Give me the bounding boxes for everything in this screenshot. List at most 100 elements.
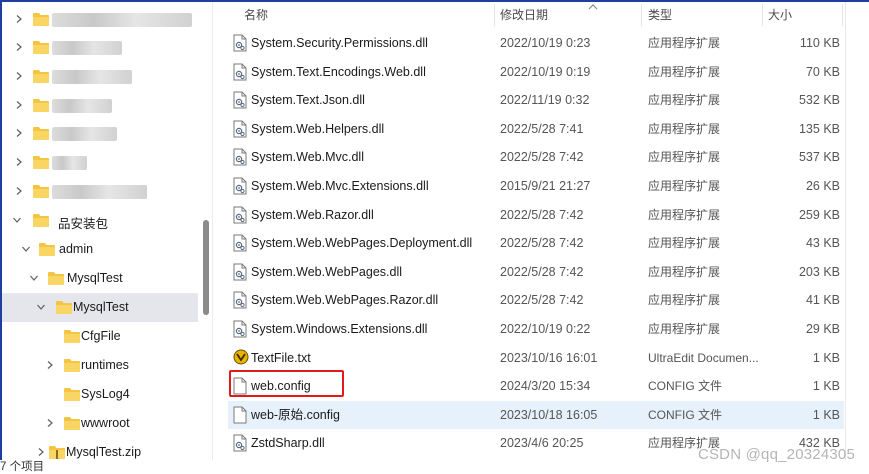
dll-file-icon	[233, 34, 247, 52]
chevron-right-icon[interactable]	[14, 186, 24, 196]
chevron-right-icon[interactable]	[14, 128, 24, 138]
tree-item[interactable]	[2, 5, 198, 34]
file-row[interactable]: TextFile.txt 2023/10/16 16:01 UltraEdit …	[228, 344, 844, 372]
file-type: 应用程序扩展	[648, 121, 721, 136]
column-type-header[interactable]: 类型	[648, 2, 758, 28]
zip-folder-icon	[48, 444, 66, 460]
chevron-right-icon[interactable]	[45, 418, 55, 428]
file-name: System.Web.WebPages.dll	[251, 264, 402, 279]
file-name: System.Security.Permissions.dll	[251, 36, 428, 50]
file-size: 532 KB	[798, 93, 840, 108]
redacted-label	[52, 127, 117, 141]
column-separator[interactable]	[494, 4, 495, 26]
file-name: System.Web.Mvc.Extensions.dll	[251, 179, 429, 193]
dll-file-icon	[233, 148, 247, 166]
file-row[interactable]: System.Web.Razor.dll 2022/5/28 7:42 应用程序…	[228, 201, 844, 229]
tree-item[interactable]: MysqlTest.zip	[2, 438, 198, 460]
tree-item[interactable]: admin	[2, 235, 198, 264]
chevron-right-icon[interactable]	[36, 447, 46, 457]
file-modified-date: 2022/5/28 7:42	[500, 207, 584, 222]
file-name: System.Text.Json.dll	[251, 93, 365, 108]
file-modified-date: 2023/10/18 16:05	[500, 407, 598, 422]
chevron-down-icon[interactable]	[29, 273, 39, 283]
tree-item-label: CfgFile	[81, 329, 121, 343]
file-size: 110 KB	[799, 36, 840, 50]
tree-item-label: runtimes	[81, 358, 129, 372]
file-row[interactable]: System.Web.WebPages.Deployment.dll 2022/…	[228, 229, 844, 257]
file-row[interactable]: System.Text.Encodings.Web.dll 2022/10/19…	[228, 58, 844, 86]
folder-icon	[32, 11, 50, 27]
tree-item-label: 品安装包	[58, 217, 109, 231]
annotation-highlight-box	[229, 370, 344, 397]
chevron-right-icon[interactable]	[14, 42, 24, 52]
file-row[interactable]: System.Web.Helpers.dll 2022/5/28 7:41 应用…	[228, 115, 844, 143]
redacted-label	[52, 99, 112, 113]
chevron-down-icon[interactable]	[21, 244, 31, 254]
file-row[interactable]: web-原始.config 2023/10/18 16:05 CONFIG 文件…	[228, 400, 844, 429]
file-row[interactable]: System.Web.Mvc.dll 2022/5/28 7:42 应用程序扩展…	[228, 143, 844, 171]
file-type: CONFIG 文件	[648, 407, 722, 422]
chevron-right-icon[interactable]	[14, 71, 24, 81]
tree-item[interactable]	[2, 177, 198, 206]
tree-item[interactable]	[2, 91, 198, 120]
dll-file-icon	[233, 263, 247, 281]
navigation-scrollbar-thumb[interactable]	[203, 220, 209, 315]
folder-icon	[32, 212, 50, 228]
file-modified-date: 2022/10/19 0:23	[500, 36, 591, 50]
chevron-down-icon[interactable]	[12, 215, 22, 225]
file-type: UltraEdit Documen...	[648, 350, 759, 365]
column-separator[interactable]	[762, 4, 763, 26]
file-name: System.Web.Mvc.dll	[251, 150, 364, 165]
file-row[interactable]: System.Text.Json.dll 2022/11/19 0:32 应用程…	[228, 86, 844, 114]
file-name: System.Web.Helpers.dll	[251, 121, 385, 136]
file-size: 1 KB	[812, 350, 840, 365]
file-modified-date: 2022/10/19 0:19	[500, 64, 591, 79]
file-modified-date: 2022/11/19 0:32	[500, 93, 590, 108]
tree-item[interactable]: SysLog4	[2, 380, 198, 409]
column-separator[interactable]	[641, 4, 642, 26]
column-size-header[interactable]: 大小	[768, 2, 838, 28]
dll-file-icon	[233, 434, 247, 452]
tree-item[interactable]: runtimes	[2, 351, 198, 380]
file-row[interactable]: System.Windows.Extensions.dll 2022/10/19…	[228, 315, 844, 343]
tree-item[interactable]: MysqlTest	[2, 293, 198, 322]
chevron-right-icon[interactable]	[14, 14, 24, 24]
pane-divider[interactable]	[212, 2, 213, 460]
tree-item[interactable]: CfgFile	[2, 322, 198, 351]
tree-item[interactable]	[2, 148, 198, 177]
redacted-label	[52, 70, 132, 84]
file-name: System.Windows.Extensions.dll	[251, 322, 428, 336]
file-row[interactable]: System.Web.Mvc.Extensions.dll 2015/9/21 …	[228, 172, 844, 200]
tree-item[interactable]: MysqlTest	[2, 264, 198, 293]
chevron-right-icon[interactable]	[45, 360, 55, 370]
file-row[interactable]: System.Web.WebPages.Razor.dll 2022/5/28 …	[228, 286, 844, 314]
file-name: System.Text.Encodings.Web.dll	[251, 64, 426, 79]
chevron-right-icon[interactable]	[14, 100, 24, 110]
tree-item-label: MysqlTest	[73, 300, 129, 314]
chevron-right-icon[interactable]	[14, 157, 24, 167]
tree-item[interactable]	[2, 119, 198, 148]
watermark: CSDN @qq_20324305	[697, 446, 855, 463]
tree-item[interactable]	[2, 62, 198, 91]
dll-file-icon	[233, 91, 247, 109]
file-row[interactable]: System.Web.WebPages.dll 2022/5/28 7:42 应…	[228, 258, 844, 286]
folder-icon	[32, 125, 50, 141]
file-size: 41 KB	[805, 293, 840, 308]
file-list-scrollbar[interactable]	[845, 2, 868, 460]
file-row[interactable]: System.Security.Permissions.dll 2022/10/…	[228, 29, 844, 57]
chevron-down-icon[interactable]	[36, 302, 46, 312]
dll-file-icon	[233, 63, 247, 81]
folder-icon	[63, 415, 81, 431]
file-size: 537 KB	[798, 150, 840, 165]
column-date-header[interactable]: 修改日期	[500, 2, 640, 28]
tree-item[interactable]	[2, 33, 198, 62]
tree-item-label: admin	[59, 242, 94, 256]
item-count: 7 个项目	[0, 461, 45, 473]
folder-icon	[32, 183, 50, 199]
tree-item[interactable]: wwwroot	[2, 409, 198, 438]
dll-file-icon	[233, 206, 247, 224]
tree-item[interactable]: 品安装包	[2, 206, 198, 235]
column-separator[interactable]	[842, 4, 843, 26]
column-name-header[interactable]: 名称	[244, 2, 484, 28]
file-modified-date: 2023/10/16 16:01	[500, 350, 598, 365]
